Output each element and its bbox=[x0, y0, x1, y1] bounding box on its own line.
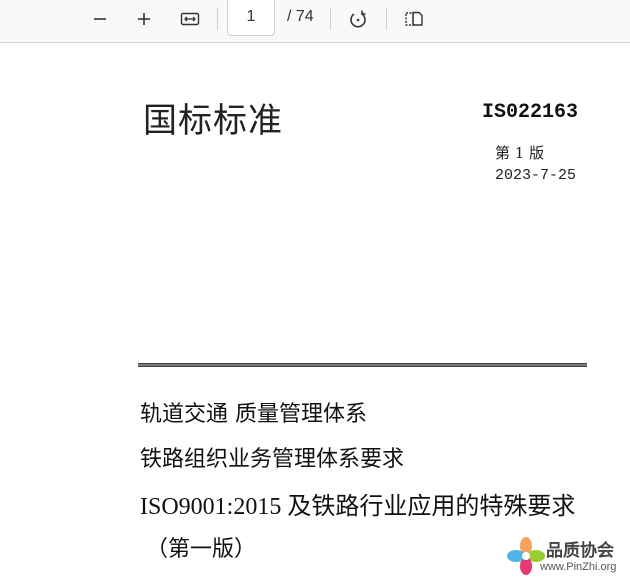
toolbar-separator bbox=[330, 8, 331, 30]
page-number-input[interactable] bbox=[227, 0, 275, 36]
watermark: 品质协会 www.PinZhi.org bbox=[504, 534, 630, 580]
document-page: 国标标准 IS022163 第 1 版 2023-7-25 轨道交通 质量管理体… bbox=[0, 43, 630, 580]
toolbar-separator bbox=[217, 8, 218, 30]
subtitle-line: 轨道交通 质量管理体系 bbox=[140, 402, 367, 427]
standard-number: IS022163 bbox=[481, 101, 578, 124]
fit-width-icon bbox=[180, 12, 200, 26]
page-total-label: / 74 bbox=[287, 8, 314, 25]
subtitle-line: ISO9001:2015 及铁路行业应用的特殊要求 bbox=[140, 494, 576, 520]
zoom-in-button[interactable] bbox=[128, 4, 160, 34]
zoom-out-button[interactable] bbox=[84, 4, 116, 34]
title-divider bbox=[138, 363, 587, 367]
subtitle-line: （第一版） bbox=[146, 537, 257, 562]
edition-label: 第 1 版 bbox=[495, 144, 545, 162]
watermark-name: 品质协会 bbox=[546, 541, 614, 561]
document-title: 国标标准 bbox=[143, 101, 283, 141]
subtitle-line: 铁路组织业务管理体系要求 bbox=[140, 447, 405, 472]
toolbar-separator bbox=[386, 8, 387, 30]
zoom-out-icon bbox=[94, 18, 106, 20]
page-view-button[interactable] bbox=[398, 4, 430, 34]
page-view-icon bbox=[405, 11, 423, 26]
fit-width-button[interactable] bbox=[174, 4, 206, 34]
watermark-url: www.PinZhi.org bbox=[540, 561, 617, 573]
pdf-toolbar: / 74 bbox=[0, 0, 630, 43]
rotate-button[interactable] bbox=[342, 4, 374, 34]
publication-date: 2023-7-25 bbox=[495, 167, 577, 184]
zoom-in-icon bbox=[138, 13, 150, 25]
rotate-icon bbox=[350, 10, 366, 28]
